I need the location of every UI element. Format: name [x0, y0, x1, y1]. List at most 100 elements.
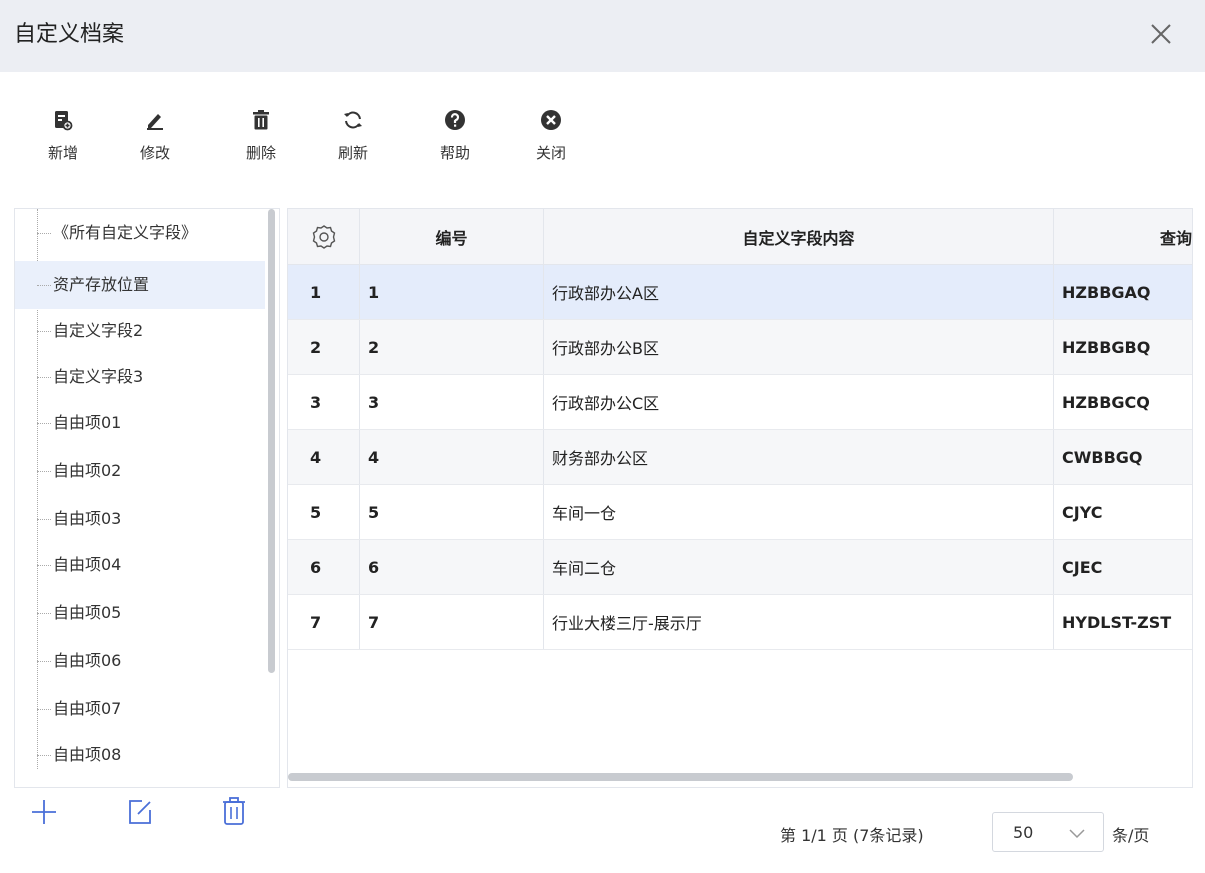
page-size-select[interactable]: 50: [992, 812, 1104, 852]
tree-delete-button[interactable]: [218, 796, 250, 828]
cell-query: HYDLST-ZST: [1062, 612, 1172, 632]
row-index: 7: [288, 595, 360, 649]
tree-item-label: 自定义字段3: [53, 367, 144, 386]
tree-item-free-06[interactable]: 自由项06: [15, 637, 265, 685]
row-index: 5: [288, 485, 360, 539]
close-circle-icon: [541, 110, 561, 130]
refresh-button-label: 刷新: [337, 144, 368, 162]
tree-item-label: 自由项01: [53, 413, 122, 432]
page-size-value: 50: [1013, 823, 1034, 842]
help-button-label: 帮助: [439, 144, 470, 162]
column-header-query[interactable]: 查询: [1054, 209, 1192, 264]
tree-add-button[interactable]: [28, 796, 60, 828]
help-button[interactable]: 帮助: [420, 108, 490, 178]
table-row[interactable]: 3 3 行政部办公C区 HZBBGCQ: [288, 375, 1192, 430]
new-button-label: 新增: [47, 144, 78, 162]
chevron-down-icon: [1069, 829, 1085, 839]
cell-content: 行政部办公B区: [544, 320, 1054, 374]
close-button-label: 关闭: [535, 144, 566, 162]
tree-item-label: 自定义字段2: [53, 321, 144, 340]
row-index: 2: [288, 320, 360, 374]
tree-item-free-03[interactable]: 自由项03: [15, 495, 265, 543]
tree-edit-button[interactable]: [124, 796, 156, 828]
cell-content: 财务部办公区: [544, 430, 1054, 484]
field-tree: 《所有自定义字段》 资产存放位置 自定义字段2 自定义字段3 自由项01 自由项…: [14, 208, 280, 788]
table-row[interactable]: 4 4 财务部办公区 CWBBGQ: [288, 430, 1192, 485]
help-icon: [445, 110, 465, 130]
row-index: 3: [288, 375, 360, 429]
settings-icon: [312, 224, 335, 249]
new-button[interactable]: 新增: [28, 108, 98, 178]
trash-outline-icon: [223, 797, 245, 825]
refresh-button[interactable]: 刷新: [318, 108, 388, 178]
tree-item-free-01[interactable]: 自由项01: [15, 399, 265, 447]
toolbar: 新增 修改 删除 刷新 帮助 关闭: [0, 100, 700, 180]
tree-item-all-fields[interactable]: 《所有自定义字段》: [15, 209, 265, 257]
close-button[interactable]: 关闭: [516, 108, 586, 178]
pagination: 第 1/1 页 (7条记录) 50 条/页: [780, 812, 1180, 854]
cell-content: 车间一仓: [544, 485, 1054, 539]
tree-item-label: 资产存放位置: [53, 275, 150, 294]
cell-query: CJEC: [1062, 557, 1103, 577]
tree-item-free-02[interactable]: 自由项02: [15, 447, 265, 495]
tree-item-label: 自由项04: [53, 555, 122, 574]
cell-query: HZBBGAQ: [1062, 282, 1151, 302]
cell-content: 行政部办公A区: [544, 265, 1054, 319]
grid-header: 编号 自定义字段内容 查询: [288, 209, 1192, 265]
plus-icon: [32, 800, 56, 824]
custom-archive-dialog: 自定义档案 新增 修改 删除 刷新 帮助 关闭 《所有自定义字段》 资产存放位置…: [0, 0, 1205, 873]
tree-item-free-08[interactable]: 自由项08: [15, 731, 265, 779]
column-header-code[interactable]: 编号: [360, 209, 544, 264]
tree-item-label: 自由项07: [53, 699, 122, 718]
row-index: 1: [288, 265, 360, 319]
table-row[interactable]: 2 2 行政部办公B区 HZBBGBQ: [288, 320, 1192, 375]
cell-code: 1: [360, 265, 544, 319]
column-header-content[interactable]: 自定义字段内容: [544, 209, 1054, 264]
tree-item-label: 自由项08: [53, 745, 122, 764]
tree-item-asset-location[interactable]: 资产存放位置: [15, 261, 265, 309]
table-row[interactable]: 6 6 车间二仓 CJEC: [288, 540, 1192, 595]
tree-item-label: 自由项05: [53, 603, 122, 622]
cell-query: HZBBGBQ: [1062, 337, 1151, 357]
table-row[interactable]: 5 5 车间一仓 CJYC: [288, 485, 1192, 540]
field-content-grid: 编号 自定义字段内容 查询 1 1 行政部办公A区 HZBBGAQ 2 2 行政…: [287, 208, 1193, 788]
column-settings-cell[interactable]: [288, 209, 360, 264]
table-row[interactable]: 7 7 行业大楼三厅-展示厅 HYDLST-ZST: [288, 595, 1192, 650]
pencil-icon: [147, 114, 163, 130]
title-bar: 自定义档案: [0, 0, 1205, 72]
close-icon[interactable]: [1143, 16, 1179, 52]
tree-item-free-04[interactable]: 自由项04: [15, 541, 265, 589]
tree-item-free-07[interactable]: 自由项07: [15, 685, 265, 733]
page-info: 第 1/1 页 (7条记录): [780, 826, 924, 845]
delete-button-label: 删除: [245, 144, 276, 162]
cell-code: 3: [360, 375, 544, 429]
page-size-unit: 条/页: [1112, 826, 1150, 845]
edit-button[interactable]: 修改: [120, 108, 190, 178]
cell-code: 2: [360, 320, 544, 374]
cell-code: 7: [360, 595, 544, 649]
tree-actions: [28, 796, 268, 836]
refresh-icon: [344, 111, 362, 129]
trash-icon: [253, 110, 269, 130]
cell-query: CWBBGQ: [1062, 447, 1143, 467]
cell-code: 6: [360, 540, 544, 594]
cell-content: 车间二仓: [544, 540, 1054, 594]
tree-item-free-05[interactable]: 自由项05: [15, 589, 265, 637]
cell-content: 行业大楼三厅-展示厅: [544, 595, 1054, 649]
cell-code: 5: [360, 485, 544, 539]
grid-horizontal-scrollbar[interactable]: [288, 773, 1073, 781]
edit-button-label: 修改: [139, 144, 170, 162]
tree-item-custom-field-2[interactable]: 自定义字段2: [15, 307, 265, 355]
new-record-icon: [55, 111, 73, 131]
row-index: 6: [288, 540, 360, 594]
delete-button[interactable]: 删除: [226, 108, 296, 178]
cell-query: HZBBGCQ: [1062, 392, 1150, 412]
cell-code: 4: [360, 430, 544, 484]
cell-query: CJYC: [1062, 502, 1103, 522]
tree-item-custom-field-3[interactable]: 自定义字段3: [15, 353, 265, 401]
tree-item-label: 自由项06: [53, 651, 122, 670]
edit-square-icon: [129, 800, 151, 824]
table-row[interactable]: 1 1 行政部办公A区 HZBBGAQ: [288, 265, 1192, 320]
tree-scrollbar[interactable]: [268, 209, 275, 673]
cell-content: 行政部办公C区: [544, 375, 1054, 429]
